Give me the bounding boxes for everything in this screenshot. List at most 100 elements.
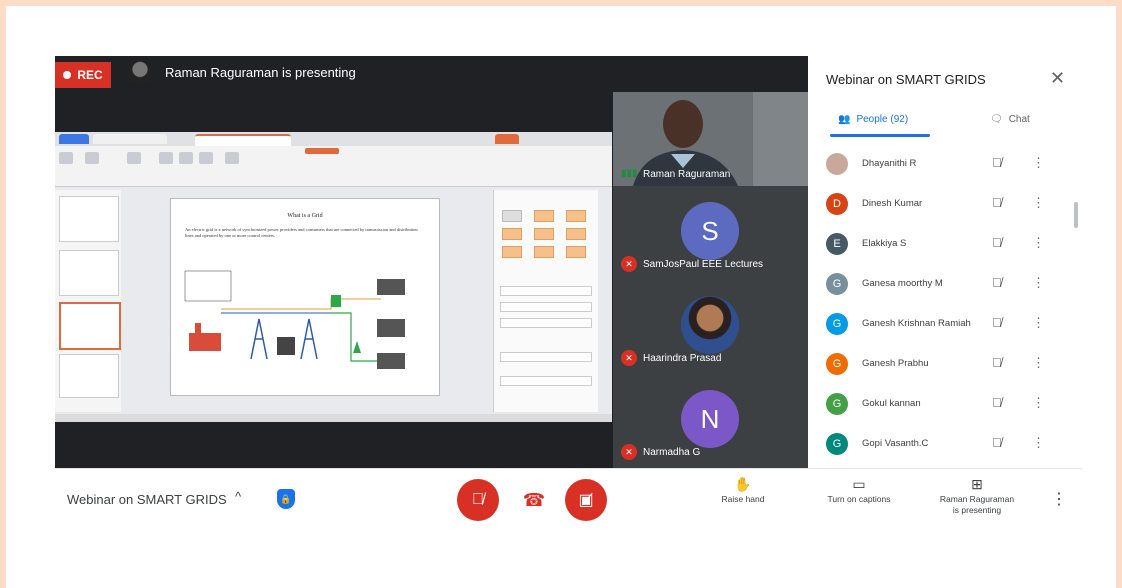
avatar: G [826,433,848,455]
ribbon-button [179,152,193,164]
participant-name: Raman Raguraman [643,169,731,180]
more-vert-icon[interactable]: ⋮ [1032,235,1045,251]
panel-field [500,352,592,362]
slide-thumbnail [59,196,119,242]
badge-tab [495,134,519,144]
muted-mic-icon: ✕ [621,350,637,366]
slide-title: What is a Grid [287,213,323,219]
mic-off-button[interactable]: 🎙̸ [457,479,499,521]
list-item[interactable]: Dhayanithi R 🎙̸ ⋮ [808,144,1082,184]
ribbon-button [159,152,173,164]
panel-field [500,302,592,312]
participant-name: SamJosPaul EEE Lectures [643,259,764,270]
close-icon[interactable]: ✕ [1050,68,1065,89]
list-item[interactable]: G Gokul kannan 🎙̸ ⋮ [808,384,1082,424]
avatar: G [826,273,848,295]
participant-name: Gokul kannan [862,398,921,409]
mic-off-icon[interactable]: 🎙̸ [992,155,1002,170]
slide-thumbnail [59,250,119,296]
muted-mic-icon: ✕ [621,444,637,460]
recording-badge: REC [55,62,111,88]
participant-name: Dinesh Kumar [862,198,923,209]
editor-ribbon [55,146,612,187]
people-icon: 👥 [838,114,851,125]
meeting-stage: REC Raman Raguraman is presenting What i… [55,56,808,468]
avatar: N [681,390,739,448]
participant-name: Elakkiya S [862,238,907,249]
more-vert-icon[interactable]: ⋮ [1032,395,1045,411]
mic-off-icon: 🎙̸ [472,491,484,508]
more-vert-icon[interactable]: ⋮ [1032,435,1045,451]
camera-off-button[interactable]: ▣̸ [565,479,607,521]
layout-cell [502,246,522,258]
presenting-label: Raman Raguraman is presenting [165,65,356,80]
captions-label: Turn on captions [827,494,891,504]
hand-icon: ✋ [734,476,752,492]
lock-icon[interactable]: 🔒 [277,489,295,509]
participant-tile-video: ▮▮▮ Raman Raguraman [613,92,808,186]
avatar: E [826,233,848,255]
presenting-label-line2: is presenting [952,505,1002,515]
more-vert-icon[interactable]: ⋮ [1032,315,1045,331]
browser-tabs [55,132,612,146]
more-vert-icon[interactable]: ⋮ [1032,355,1045,371]
layout-cell [566,246,586,258]
mic-off-icon[interactable]: 🎙̸ [992,195,1002,210]
avatar [681,296,739,354]
participant-name: Haarindra Prasad [643,353,722,364]
muted-mic-icon: ✕ [621,256,637,272]
list-item[interactable]: D Dinesh Kumar 🎙̸ ⋮ [808,184,1082,224]
hang-up-button[interactable]: ☎ [513,479,555,521]
list-item[interactable]: G Ganesh Krishnan Ramiah 🎙̸ ⋮ [808,304,1082,344]
mic-off-icon[interactable]: 🎙̸ [992,355,1002,370]
mic-off-icon[interactable]: 🎙̸ [992,275,1002,290]
avatar: G [826,313,848,335]
layout-cell [502,210,522,222]
avatar: G [826,393,848,415]
bottom-control-bar: Webinar on SMART GRIDS ^ 🔒 🎙̸ ☎ ▣̸ ✋ Rai… [55,468,1082,533]
presenting-button[interactable]: ⊞ Raman Raguraman is presenting [925,477,1029,516]
list-item[interactable]: G Gopi Vasanth.C 🎙̸ ⋮ [808,424,1082,464]
list-item[interactable]: E Elakkiya S 🎙̸ ⋮ [808,224,1082,264]
shared-screen: What is a Grid An electric grid is a net… [55,132,612,422]
mic-off-icon[interactable]: 🎙̸ [992,235,1002,250]
layout-cell [566,210,586,222]
camera-off-icon: ▣̸ [578,492,594,509]
layout-cell [534,228,554,240]
layout-cell [534,246,554,258]
layout-cell [566,228,586,240]
chevron-up-icon[interactable]: ^ [235,489,241,504]
mic-off-icon[interactable]: 🎙̸ [992,435,1002,450]
slide-thumbnails [55,190,121,412]
captions-icon: ▭ [852,476,866,492]
grid-diagram [184,270,405,369]
presenting-label-line1: Raman Raguraman [939,494,1015,504]
tab-chat[interactable]: 🗨 Chat [990,114,1030,125]
list-item[interactable]: G Ganesh Prabhu 🎙̸ ⋮ [808,344,1082,384]
raise-hand-button[interactable]: ✋ Raise hand [713,476,773,505]
more-vert-icon[interactable]: ⋮ [1032,275,1045,291]
mic-off-icon[interactable]: 🎙̸ [992,315,1002,330]
more-vert-icon[interactable]: ⋮ [1032,195,1045,211]
panel-field [500,376,592,386]
side-panel: Webinar on SMART GRIDS ✕ 👥 People (92) 🗨… [808,56,1082,468]
meeting-title[interactable]: Webinar on SMART GRIDS [67,492,227,507]
more-vert-icon[interactable]: ⋮ [1032,155,1045,171]
side-panel-title: Webinar on SMART GRIDS [826,72,986,87]
slide-bullet: An electric grid is a network of synchro… [185,227,418,238]
speaking-icon: ▮▮▮ [621,168,638,179]
tab-people[interactable]: 👥 People (92) [838,114,908,125]
mic-off-icon[interactable]: 🎙̸ [992,395,1002,410]
ppt-tab [195,134,291,146]
design-panel [493,190,598,412]
scrollbar[interactable] [1074,202,1078,228]
rec-label: REC [77,68,103,82]
doc-tab [93,134,167,144]
captions-button[interactable]: ▭ Turn on captions [813,476,905,505]
app-tab [59,134,89,144]
more-options-icon[interactable]: ⋮ [1051,489,1067,509]
participant-name: Ganesh Krishnan Ramiah [862,318,971,329]
presenter-avatar [127,59,153,85]
list-item[interactable]: G Ganesa moorthy M 🎙̸ ⋮ [808,264,1082,304]
layout-cell [534,210,554,222]
